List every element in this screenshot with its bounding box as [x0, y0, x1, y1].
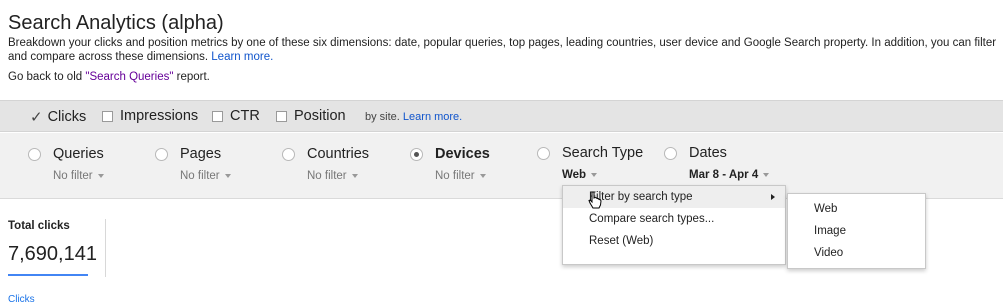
caret-down-icon [351, 173, 358, 178]
caret-down-icon [479, 173, 486, 178]
dimension-filter-dropdown[interactable]: No filter [435, 170, 486, 182]
radio-icon[interactable] [155, 147, 168, 161]
caret-down-icon [763, 172, 770, 177]
dimension-filter-dropdown[interactable]: No filter [53, 170, 104, 182]
menu-item-label: Reset (Web) [589, 235, 654, 247]
total-clicks-value: 7,690,141 [8, 243, 97, 265]
radio-icon[interactable] [537, 146, 550, 160]
dimension-filter-dropdown[interactable]: Mar 8 - Apr 4 [689, 169, 770, 181]
goback-suffix: report. [173, 71, 210, 83]
submenu-item-label: Web [814, 203, 838, 215]
filter-value: Mar 8 - Apr 4 [689, 169, 759, 181]
submenu-arrow-icon [771, 194, 775, 200]
metric-clicks-label: Clicks [47, 109, 87, 125]
metric-ctr-label: CTR [230, 108, 260, 124]
dimension-queries[interactable]: Queries No filter [28, 146, 104, 182]
filter-value: Web [562, 169, 587, 181]
dimension-devices[interactable]: Devices No filter [410, 146, 490, 182]
metric-position-label: Position [294, 108, 346, 124]
filter-value: No filter [53, 170, 93, 182]
submenu-item-image[interactable]: Image [788, 220, 925, 242]
radio-selected-icon[interactable] [410, 147, 423, 161]
page-title: Search Analytics (alpha) [8, 12, 224, 34]
dimension-countries[interactable]: Countries No filter [282, 146, 370, 182]
by-site-learn-more-link[interactable]: Learn more. [403, 111, 462, 123]
dimension-dates[interactable]: Dates Mar 8 - Apr 4 [664, 145, 770, 181]
by-site-text: by site. [365, 111, 400, 123]
search-queries-report-link[interactable]: "Search Queries" [85, 71, 173, 83]
dimension-filter-dropdown[interactable]: No filter [180, 170, 231, 182]
search-type-submenu: Web Image Video [787, 193, 926, 269]
submenu-item-label: Video [814, 247, 844, 259]
submenu-item-web[interactable]: Web [788, 198, 925, 220]
dimension-label: Queries [53, 146, 104, 162]
radio-icon[interactable] [28, 147, 41, 161]
submenu-item-video[interactable]: Video [788, 242, 925, 264]
page-description: Breakdown your clicks and position metri… [8, 37, 998, 64]
total-clicks-underline [8, 274, 88, 276]
checkbox-icon[interactable] [212, 110, 223, 122]
metric-position[interactable]: Position [276, 108, 346, 124]
learn-more-link[interactable]: Learn more. [211, 51, 273, 63]
checkbox-icon[interactable] [276, 110, 287, 122]
filter-value: No filter [435, 170, 475, 182]
filter-value: No filter [307, 170, 347, 182]
submenu-item-label: Image [814, 225, 846, 237]
go-back-line: Go back to old "Search Queries" report. [8, 71, 210, 83]
dimension-label: Dates [689, 145, 727, 161]
dimension-filter-dropdown[interactable]: Web [562, 169, 598, 181]
caret-down-icon [591, 172, 598, 177]
goback-prefix: Go back to old [8, 71, 86, 83]
clicks-chart-label[interactable]: Clicks [8, 294, 35, 305]
radio-icon[interactable] [282, 147, 295, 161]
totals-divider [105, 219, 106, 277]
metric-impressions-label: Impressions [120, 108, 199, 124]
metric-impressions[interactable]: Impressions [102, 108, 198, 124]
dimension-label: Devices [435, 146, 490, 162]
dimension-pages[interactable]: Pages No filter [155, 146, 231, 182]
dimension-label: Countries [307, 146, 370, 162]
dimension-filter-dropdown[interactable]: No filter [307, 170, 358, 182]
menu-item-compare-search-types[interactable]: Compare search types... [563, 208, 785, 230]
total-clicks-label: Total clicks [8, 220, 70, 232]
checkbox-icon[interactable] [102, 110, 113, 122]
dimensions-bar: Queries No filter Pages No filter Countr… [0, 133, 1003, 199]
caret-down-icon [97, 173, 104, 178]
menu-item-label: Filter by search type [589, 191, 693, 203]
dimension-label: Pages [180, 146, 222, 162]
menu-item-reset[interactable]: Reset (Web) [563, 230, 785, 252]
dimension-label: Search Type [562, 145, 644, 161]
hand-pointer-cursor-icon [588, 191, 602, 209]
radio-icon[interactable] [664, 146, 677, 160]
menu-item-label: Compare search types... [589, 213, 715, 225]
dimension-search-type[interactable]: Search Type Web [537, 145, 644, 181]
metric-clicks[interactable]: ✓ Clicks [30, 108, 86, 126]
caret-down-icon [224, 173, 231, 178]
by-site-note: by site. Learn more. [365, 111, 462, 123]
description-text: Breakdown your clicks and position metri… [8, 37, 997, 63]
filter-value: No filter [180, 170, 220, 182]
checkmark-icon: ✓ [30, 109, 43, 126]
metric-ctr[interactable]: CTR [212, 108, 260, 124]
metrics-bar: ✓ Clicks Impressions CTR Position by sit… [0, 100, 1003, 132]
